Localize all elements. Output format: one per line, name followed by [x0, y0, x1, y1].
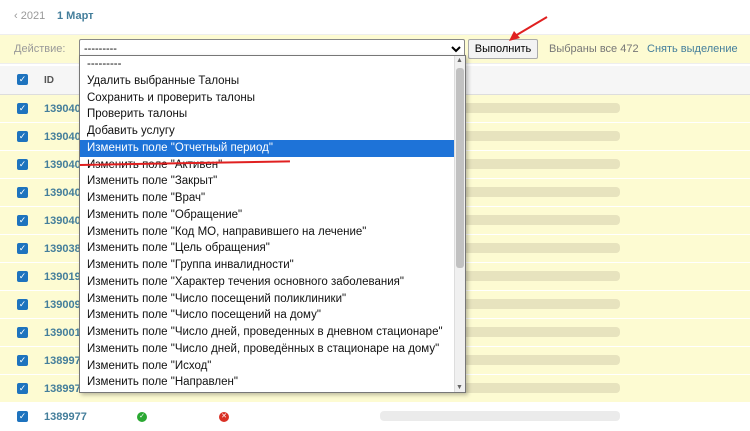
dropdown-option[interactable]: ---------	[80, 56, 465, 73]
dropdown-option[interactable]: Изменить поле "Обращение"	[80, 207, 465, 224]
clear-selection-link[interactable]: Снять выделение	[647, 43, 738, 55]
dropdown-option[interactable]: Изменить поле "Код МО, направившего на л…	[80, 224, 465, 241]
table-row: ✓ 1389977 ✓ ✕	[0, 403, 750, 431]
dropdown-option[interactable]: Изменить поле "Число посещений на дому"	[80, 307, 465, 324]
dropdown-option[interactable]: Изменить поле "Число дней, проведённых в…	[80, 341, 465, 358]
red-arrow-annotation	[509, 16, 548, 41]
dropdown-option[interactable]: Проверить талоны	[80, 106, 465, 123]
dropdown-option[interactable]: Добавить услугу	[80, 123, 465, 140]
dropdown-option[interactable]: Изменить поле "Направлен"	[80, 374, 465, 391]
dropdown-option[interactable]: Изменить поле "Группа инвалидности"	[80, 257, 465, 274]
dropdown-option[interactable]: Изменить поле "Закрыт"	[80, 173, 465, 190]
dropdown-option-highlighted[interactable]: Изменить поле "Отчетный период"	[80, 139, 465, 157]
row-checkbox[interactable]: ✓	[17, 271, 28, 282]
row-id-link[interactable]: 1389977	[44, 411, 87, 423]
breadcrumb-prev-year[interactable]: ‹ 2021	[14, 10, 45, 22]
action-dropdown-list[interactable]: --------- Удалить выбранные Талоны Сохра…	[79, 55, 466, 393]
scroll-up-arrow-icon[interactable]: ▲	[456, 57, 463, 64]
row-checkbox[interactable]: ✓	[17, 355, 28, 366]
row-checkbox[interactable]: ✓	[17, 215, 28, 226]
dropdown-option[interactable]: Изменить поле "Врач"	[80, 190, 465, 207]
row-checkbox[interactable]: ✓	[17, 299, 28, 310]
select-all-checkbox[interactable]: ✓	[17, 74, 28, 85]
row-checkbox[interactable]: ✓	[17, 131, 28, 142]
x-circle-icon: ✕	[219, 412, 229, 422]
dropdown-option[interactable]: Изменить поле "Число посещений поликлини…	[80, 291, 465, 308]
selected-count: Выбраны все 472	[549, 43, 639, 55]
action-label: Действие:	[14, 43, 66, 55]
row-checkbox[interactable]: ✓	[17, 411, 28, 422]
row-checkbox[interactable]: ✓	[17, 383, 28, 394]
dropdown-scrollbar[interactable]: ▲ ▼	[454, 56, 465, 392]
check-circle-icon: ✓	[137, 412, 147, 422]
row-checkbox[interactable]: ✓	[17, 103, 28, 114]
scroll-down-arrow-icon[interactable]: ▼	[456, 384, 463, 391]
id-column-header[interactable]: ID	[44, 75, 54, 86]
dropdown-option[interactable]: Изменить поле "Число дней, проведенных в…	[80, 324, 465, 341]
dropdown-option[interactable]: Изменить поле "Исход"	[80, 358, 465, 375]
row-checkbox[interactable]: ✓	[17, 243, 28, 254]
row-checkbox[interactable]: ✓	[17, 159, 28, 170]
breadcrumb: ‹ 2021 1 Март	[0, 0, 750, 30]
row-checkbox[interactable]: ✓	[17, 327, 28, 338]
scrollbar-thumb[interactable]	[456, 68, 464, 268]
dropdown-option[interactable]: Изменить поле "Характер течения основног…	[80, 274, 465, 291]
dropdown-option[interactable]: Сохранить и проверить талоны	[80, 90, 465, 107]
dropdown-option[interactable]: Изменить поле "Цель обращения"	[80, 240, 465, 257]
row-checkbox[interactable]: ✓	[17, 187, 28, 198]
breadcrumb-current-month[interactable]: 1 Март	[57, 10, 94, 22]
dropdown-option[interactable]: Удалить выбранные Талоны	[80, 73, 465, 90]
